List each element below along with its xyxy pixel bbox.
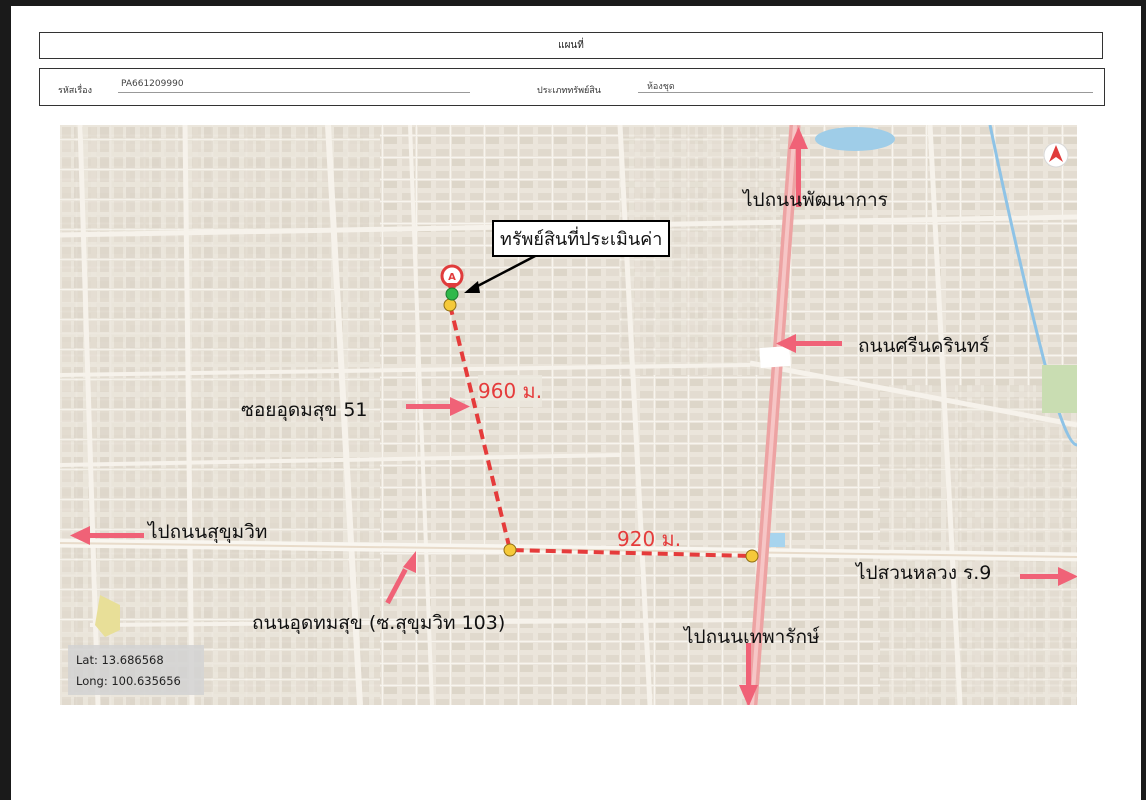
park-area — [1042, 365, 1077, 413]
case-id-underline — [118, 92, 470, 93]
pond-water — [815, 127, 895, 151]
case-id-value: PA661209990 — [121, 79, 184, 89]
label-to-pattanakarn: ไปถนนพัฒนาการ — [743, 189, 888, 211]
label-udomsuk-road: ถนนอุดทมสุข (ซ.สุขุมวิท 103) — [252, 612, 506, 634]
location-map[interactable]: A ทรัพย์สินที่ประเมินค่า ไปถนนพัฒนาการ ถ… — [60, 125, 1077, 705]
route-waypoint-start — [443, 298, 457, 312]
map-title: แผนที่ — [558, 40, 584, 51]
map-graphics: A — [60, 125, 1077, 705]
label-to-sukhumvit: ไปถนนสุขุมวิท — [148, 521, 268, 543]
latitude-value: Lat: 13.686568 — [76, 653, 164, 667]
map-header-title: แผนที่ — [39, 32, 1103, 59]
map-pin-letter: A — [448, 272, 456, 283]
label-to-thepharak: ไปถนนเทพารักษ์ — [684, 626, 820, 648]
arrow-shaft-sukhumvit — [90, 533, 144, 538]
distance-label-2: 920 ม. — [617, 527, 682, 551]
label-soi-udomsuk-51: ซอยอุดมสุข 51 — [241, 399, 368, 421]
map-district-east — [880, 385, 1077, 705]
property-marker[interactable] — [445, 287, 459, 301]
route-waypoint-corner — [503, 543, 517, 557]
property-label: ทรัพย์สินที่ประเมินค่า — [492, 220, 671, 257]
arrow-shaft-suan-luang — [1020, 574, 1060, 579]
property-type-underline — [638, 92, 1093, 93]
route-waypoint-end — [745, 549, 759, 563]
coordinates-panel: Lat: 13.686568 Long: 100.635656 — [68, 645, 204, 695]
label-to-suan-luang: ไปสวนหลวง ร.9 — [856, 562, 992, 584]
distance-label-1: 960 ม. — [478, 375, 543, 407]
road-overpass — [759, 345, 791, 369]
arrow-shaft-soi51 — [406, 404, 452, 409]
property-type-value: ห้องชุด — [647, 82, 675, 92]
property-type-label: ประเภททรัพย์สิน — [537, 86, 601, 96]
label-srinakarin: ถนนศรีนครินทร์ — [858, 335, 990, 357]
case-id-label: รหัสเรื่อง — [58, 86, 92, 96]
arrow-shaft-srinakarin — [794, 341, 842, 346]
map-header-fields: รหัสเรื่อง PA661209990 ประเภททรัพย์สิน ห… — [39, 68, 1105, 106]
longitude-value: Long: 100.635656 — [76, 674, 181, 688]
